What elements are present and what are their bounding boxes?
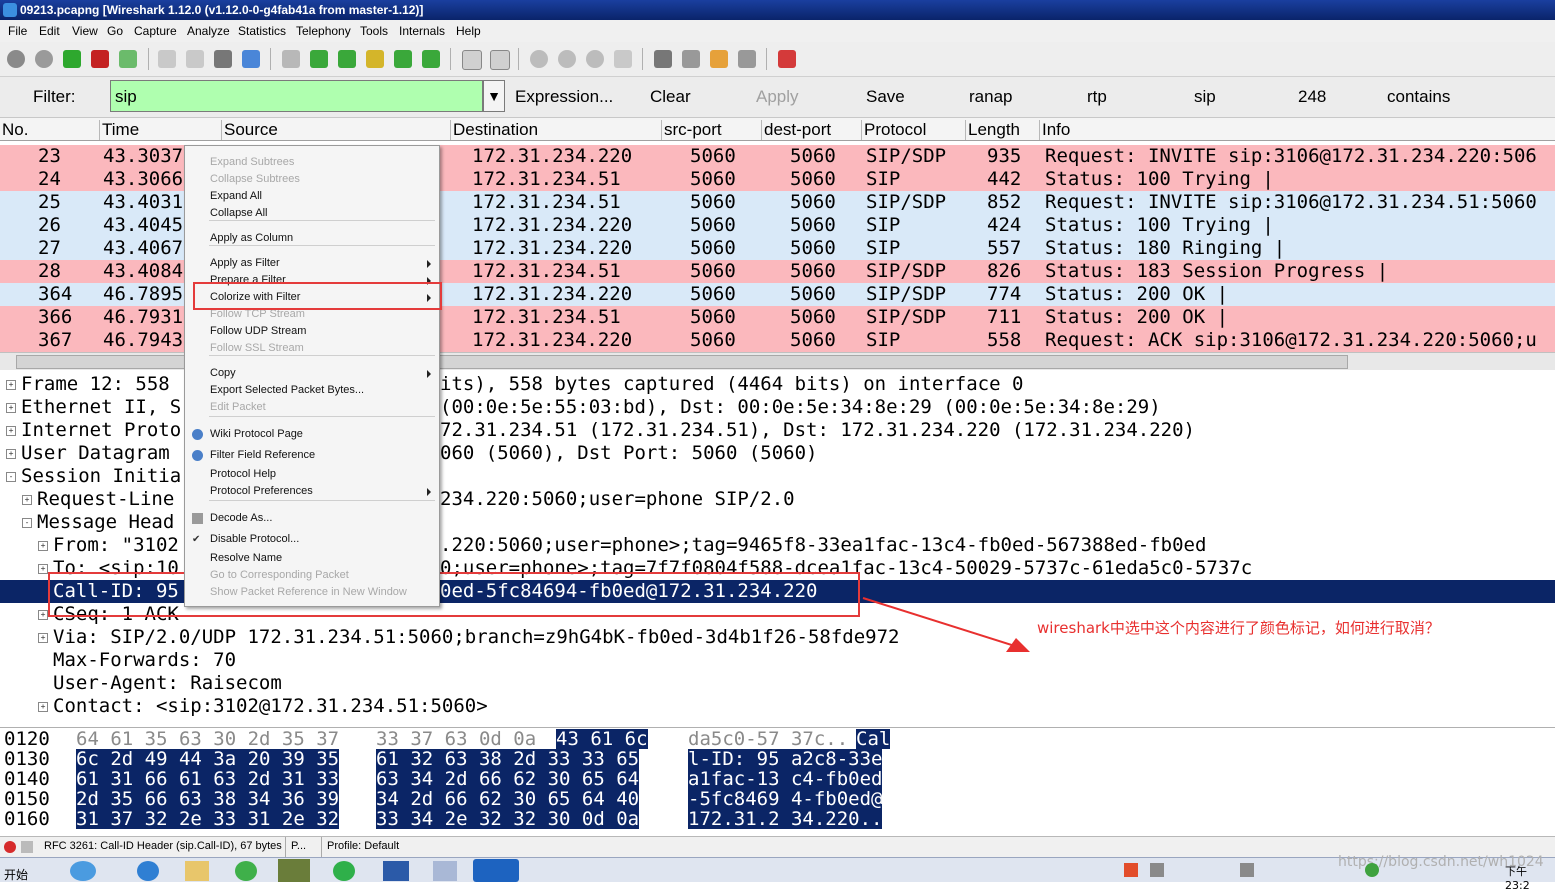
annotation-text: wireshark中选中这个内容进行了颜色标记，如何进行取消？: [1037, 619, 1440, 637]
annotation-arrow: [862, 597, 1030, 652]
